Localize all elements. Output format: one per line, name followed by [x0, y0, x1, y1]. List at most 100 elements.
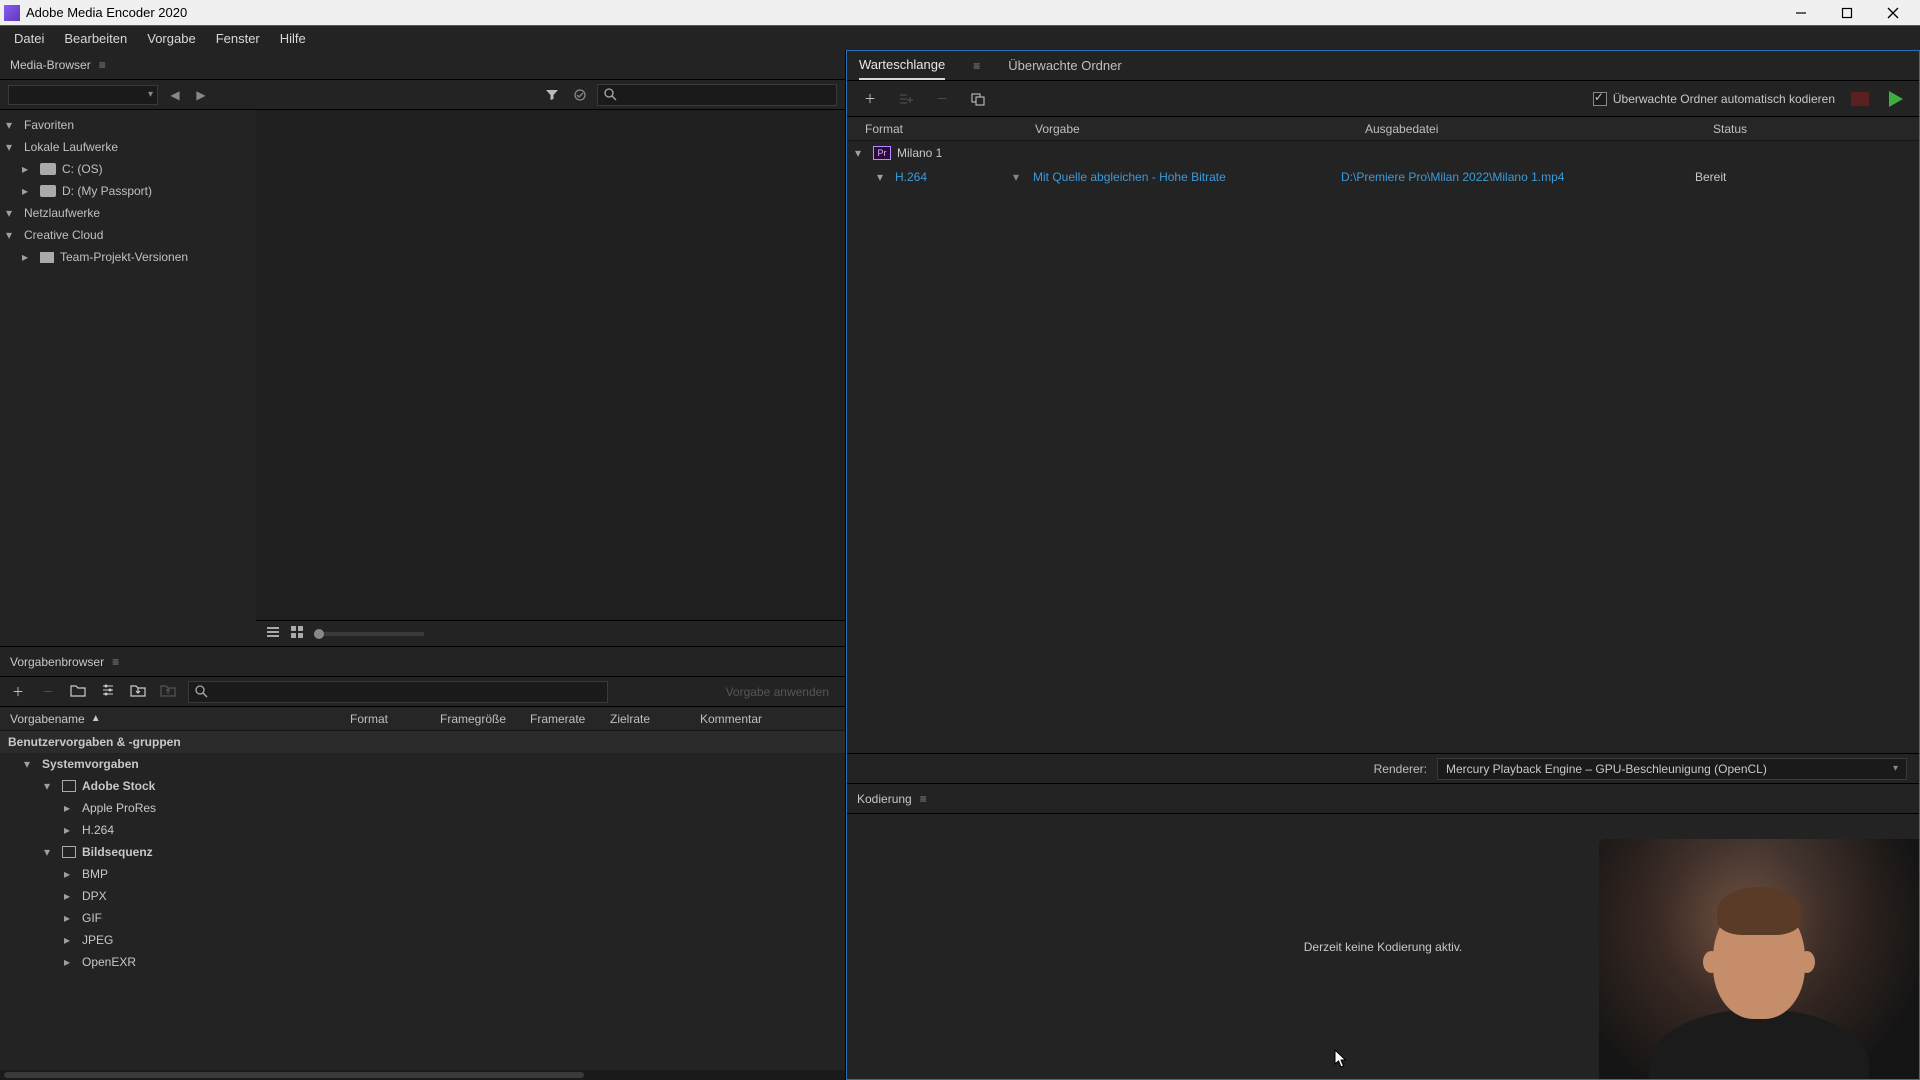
menu-edit[interactable]: Bearbeiten — [54, 28, 137, 49]
menubar: Datei Bearbeiten Vorgabe Fenster Hilfe — [0, 26, 1920, 50]
sort-asc-icon: ▲ — [91, 713, 101, 724]
tree-drive-d[interactable]: D: (My Passport) — [0, 180, 256, 202]
app-icon — [4, 5, 20, 21]
preset-search-input[interactable] — [188, 681, 608, 703]
new-group-button[interactable] — [68, 683, 88, 700]
col-bitrate[interactable]: Zielrate — [610, 712, 700, 726]
encoding-menu-icon[interactable]: ≡ — [920, 792, 927, 806]
search-icon — [604, 88, 617, 101]
add-output-button[interactable] — [895, 88, 917, 110]
queue-menu-icon[interactable]: ≡ — [973, 59, 980, 73]
media-browser-tree: Favoriten Lokale Laufwerke C: (OS) D: (M… — [0, 110, 256, 620]
preset-browser-panel: Vorgabenbrowser ≡ ＋ － — [0, 646, 846, 1080]
renderer-select[interactable]: Mercury Playback Engine – GPU-Beschleuni… — [1437, 758, 1907, 780]
queue-col-status[interactable]: Status — [1713, 122, 1833, 136]
media-browser-panel: Media-Browser ≡ ▾ ◀ ▶ — [0, 50, 846, 646]
col-framesize[interactable]: Framegröße — [440, 712, 530, 726]
queue-col-output[interactable]: Ausgabedatei — [1365, 122, 1713, 136]
media-search-input[interactable] — [597, 84, 837, 106]
renderer-label: Renderer: — [1374, 762, 1427, 776]
job-name: Milano 1 — [897, 146, 942, 160]
drive-icon — [40, 163, 56, 175]
export-preset-button[interactable] — [158, 683, 178, 700]
group-user-presets[interactable]: Benutzervorgaben & -gruppen — [0, 731, 845, 753]
path-dropdown[interactable]: ▾ — [8, 85, 158, 105]
media-browser-content — [256, 110, 845, 620]
filter-icon[interactable] — [541, 84, 563, 106]
checkbox-icon — [1593, 92, 1607, 106]
preset-image-sequence[interactable]: Bildsequenz — [0, 841, 845, 863]
preset-jpeg[interactable]: JPEG — [0, 929, 845, 951]
tree-team-versions[interactable]: Team-Projekt-Versionen — [0, 246, 256, 268]
group-system-presets[interactable]: Systemvorgaben — [0, 753, 845, 775]
ingest-icon[interactable] — [569, 84, 591, 106]
window-titlebar: Adobe Media Encoder 2020 — [0, 0, 1920, 26]
queue-col-preset[interactable]: Vorgabe — [1035, 122, 1365, 136]
col-comment[interactable]: Kommentar — [700, 712, 790, 726]
remove-preset-button[interactable]: － — [38, 683, 58, 700]
tree-favorites[interactable]: Favoriten — [0, 114, 256, 136]
preset-openexr[interactable]: OpenEXR — [0, 951, 845, 973]
remove-button[interactable]: － — [931, 88, 953, 110]
preset-column-headers: Vorgabename ▲ Format Framegröße Framerate… — [0, 707, 845, 731]
preset-settings-button[interactable] — [98, 683, 118, 700]
output-path[interactable]: D:\Premiere Pro\Milan 2022\Milano 1.mp4 — [1341, 170, 1564, 184]
menu-preset[interactable]: Vorgabe — [137, 28, 205, 49]
stop-queue-button[interactable] — [1849, 88, 1871, 110]
apply-preset-button[interactable]: Vorgabe anwenden — [718, 685, 837, 699]
col-framerate[interactable]: Framerate — [530, 712, 610, 726]
queue-output-row[interactable]: H.264 Mit Quelle abgleichen - Hohe Bitra… — [847, 165, 1919, 189]
webcam-overlay — [1599, 839, 1919, 1079]
format-dropdown-icon[interactable] — [1013, 170, 1025, 184]
add-preset-button[interactable]: ＋ — [8, 683, 28, 700]
window-title: Adobe Media Encoder 2020 — [26, 5, 1778, 20]
nav-back-icon[interactable]: ◀ — [164, 84, 186, 106]
auto-encode-checkbox[interactable]: Überwachte Ordner automatisch kodieren — [1593, 92, 1835, 106]
preset-browser-menu-icon[interactable]: ≡ — [112, 655, 119, 669]
tab-watched-folders[interactable]: Überwachte Ordner — [1008, 52, 1121, 79]
preset-dpx[interactable]: DPX — [0, 885, 845, 907]
tree-creative-cloud[interactable]: Creative Cloud — [0, 224, 256, 246]
window-minimize-button[interactable] — [1778, 0, 1824, 26]
thumbnail-size-slider[interactable] — [314, 632, 424, 636]
duplicate-button[interactable] — [967, 88, 989, 110]
folder-icon — [40, 252, 54, 263]
encoding-title: Kodierung — [857, 792, 912, 806]
tree-network-drives[interactable]: Netzlaufwerke — [0, 202, 256, 224]
tab-queue[interactable]: Warteschlange — [859, 51, 945, 80]
queue-job[interactable]: Pr Milano 1 — [847, 141, 1919, 165]
import-preset-button[interactable] — [128, 683, 148, 700]
window-close-button[interactable] — [1870, 0, 1916, 26]
nav-forward-icon[interactable]: ▶ — [190, 84, 212, 106]
window-controls — [1778, 0, 1916, 26]
tree-local-drives[interactable]: Lokale Laufwerke — [0, 136, 256, 158]
preset-gif[interactable]: GIF — [0, 907, 845, 929]
menu-help[interactable]: Hilfe — [270, 28, 316, 49]
menu-file[interactable]: Datei — [4, 28, 54, 49]
preset-hscrollbar[interactable] — [0, 1070, 845, 1080]
chevron-down-icon: ▾ — [1893, 763, 1898, 774]
list-view-icon[interactable] — [266, 625, 280, 642]
preset-bmp[interactable]: BMP — [0, 863, 845, 885]
thumb-view-icon[interactable] — [290, 625, 304, 642]
col-format[interactable]: Format — [350, 712, 440, 726]
add-source-button[interactable]: ＋ — [859, 88, 881, 110]
preset-apple-prores[interactable]: Apple ProRes — [0, 797, 845, 819]
media-browser-menu-icon[interactable]: ≡ — [99, 58, 106, 72]
window-maximize-button[interactable] — [1824, 0, 1870, 26]
start-queue-button[interactable] — [1885, 88, 1907, 110]
output-format[interactable]: H.264 — [895, 170, 927, 184]
tree-drive-c[interactable]: C: (OS) — [0, 158, 256, 180]
auto-encode-label: Überwachte Ordner automatisch kodieren — [1613, 92, 1835, 106]
menu-window[interactable]: Fenster — [206, 28, 270, 49]
output-status: Bereit — [1695, 170, 1726, 184]
renderer-value: Mercury Playback Engine – GPU-Beschleuni… — [1446, 762, 1767, 776]
drive-icon — [40, 185, 56, 197]
queue-panel: Warteschlange ≡ Überwachte Ordner ＋ － Üb… — [847, 51, 1919, 783]
col-name[interactable]: Vorgabename — [10, 712, 85, 726]
preset-adobe-stock[interactable]: Adobe Stock — [0, 775, 845, 797]
preset-h264[interactable]: H.264 — [0, 819, 845, 841]
output-preset[interactable]: Mit Quelle abgleichen - Hohe Bitrate — [1033, 170, 1226, 184]
queue-col-format[interactable]: Format — [865, 122, 1035, 136]
search-icon — [195, 685, 208, 698]
